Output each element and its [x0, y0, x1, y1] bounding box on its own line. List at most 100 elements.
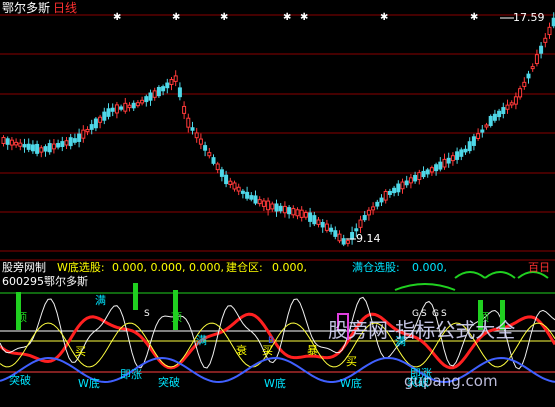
stock-name: 鄂尔多斯: [2, 1, 51, 15]
candle-body: [211, 157, 216, 164]
signal-arc: [454, 271, 486, 279]
candle-body: [404, 180, 409, 186]
candle-body: [35, 143, 40, 154]
candle-body: [173, 75, 178, 82]
candle-body: [253, 195, 258, 204]
candle-body: [383, 190, 388, 201]
candle-body: [484, 124, 489, 128]
candle-body: [522, 81, 527, 87]
candle-body: [501, 107, 506, 115]
signal-s-label: S: [144, 309, 150, 319]
candle-body: [198, 138, 203, 145]
signal-marker-icon: ✱: [220, 12, 229, 23]
candle-body: [203, 145, 208, 151]
candle-body: [396, 183, 401, 193]
stock-chart-window: 鄂尔多斯 日线 ✱ ✱ ✱ ✱ ✱ ✱ ✱ 17.59 9.14 股旁网制 W底…: [0, 0, 555, 407]
candle-body: [266, 200, 271, 211]
candle-body: [287, 207, 292, 215]
candle-body: [354, 228, 359, 232]
w-bottom-values: 0.000, 0.000, 0.000,: [112, 261, 224, 274]
candle-body: [446, 157, 451, 164]
candle-body: [497, 110, 502, 118]
candle-body: [190, 127, 195, 131]
candle-body: [362, 215, 367, 221]
candle-body: [429, 167, 434, 173]
candle-body: [492, 113, 497, 121]
candle-body: [270, 203, 275, 210]
candle-body: [106, 108, 111, 117]
signal-top-label: 顶: [171, 311, 182, 324]
candle-body: [18, 142, 23, 147]
candle-body: [93, 118, 98, 129]
candle-body: [194, 132, 199, 139]
signal-w-bottom-label: W底: [340, 377, 362, 390]
candle-body: [135, 102, 140, 107]
candle-body: [379, 197, 384, 203]
candle-body: [47, 143, 52, 153]
full-position-value: 0.000,: [412, 261, 447, 274]
candle-body: [530, 66, 535, 70]
candle-body: [408, 177, 413, 184]
candle-body: [455, 151, 460, 160]
candle-body: [438, 161, 443, 170]
signal-breakout-label: 突破: [9, 374, 31, 387]
candle-body: [249, 195, 254, 200]
signal-arc: [394, 283, 456, 291]
candle-body: [282, 205, 287, 214]
candle-body: [165, 82, 170, 89]
watermark-url: gupang.com: [404, 372, 498, 390]
candle-body: [278, 205, 283, 212]
candlestick-series: [1, 12, 555, 247]
candle-body: [98, 116, 103, 123]
sub-stock-name: 鄂尔多斯: [44, 275, 88, 288]
signal-marker-icon: ✱: [300, 12, 309, 23]
candle-body: [421, 170, 426, 178]
candle-body: [417, 172, 422, 181]
candle-body: [64, 140, 69, 146]
candle-body: [345, 240, 350, 244]
signal-buy-label: 买: [262, 344, 273, 357]
candle-body: [303, 212, 308, 218]
candle-body: [30, 144, 35, 152]
indicator-name[interactable]: 股旁网制: [2, 262, 46, 274]
candle-body: [291, 208, 296, 216]
candle-body: [219, 169, 224, 177]
hundred-day-label: 百日: [528, 261, 550, 274]
candle-body: [505, 104, 510, 110]
candle-body: [9, 139, 14, 146]
candle-body: [333, 230, 338, 237]
candle-body: [152, 90, 157, 98]
signal-bar: [173, 290, 178, 330]
signal-top-label: 顶: [16, 311, 27, 324]
candle-body: [459, 149, 464, 157]
candle-body: [316, 219, 321, 225]
candle-body: [123, 102, 128, 112]
candle-body: [341, 238, 346, 245]
signal-marker-icon: ✱: [380, 12, 389, 23]
candle-body: [236, 186, 241, 192]
candle-body: [81, 129, 86, 139]
candle-body: [329, 227, 334, 232]
candle-body: [450, 155, 455, 162]
candle-body: [207, 152, 212, 157]
signal-marker-icon: ✱: [172, 12, 181, 23]
candle-body: [169, 79, 174, 85]
candle-body: [261, 200, 266, 207]
period-label[interactable]: 日线: [53, 2, 77, 14]
stock-code: 600295: [2, 275, 44, 288]
candle-body: [182, 105, 187, 114]
build-zone-label: 建仓区:: [226, 261, 263, 274]
candle-body: [131, 102, 136, 109]
signal-arc: [484, 271, 516, 279]
candle-body: [526, 73, 531, 79]
watermark-text: 股旁网-指标公式大全: [328, 318, 516, 342]
full-position-label: 满仓选股:: [352, 261, 400, 274]
candle-body: [140, 99, 145, 104]
candle-body: [518, 88, 523, 98]
signal-full-label: 满: [95, 294, 106, 307]
candle-body: [43, 146, 48, 152]
candle-body: [480, 129, 485, 133]
candle-body: [371, 206, 376, 211]
candle-body: [539, 45, 544, 54]
signal-rise-label: 即涨: [120, 368, 142, 381]
